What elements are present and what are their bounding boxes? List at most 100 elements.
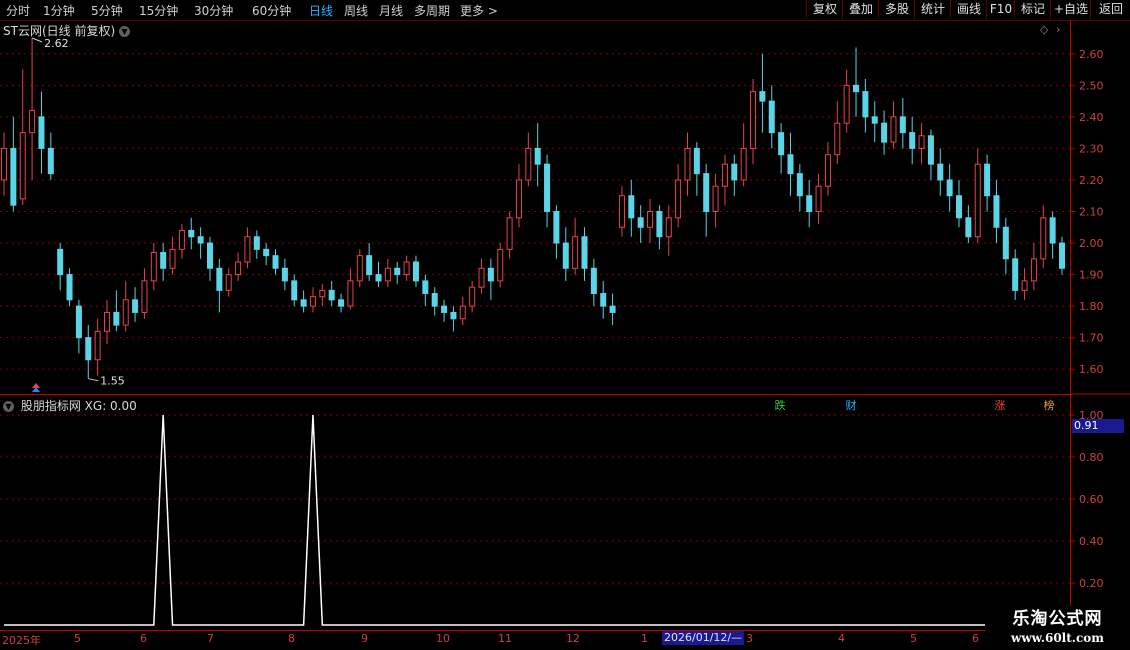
candle-body: [85, 337, 92, 361]
month-label: 4: [838, 632, 845, 645]
price-tick-label: 1.80: [1079, 300, 1104, 313]
period-tab-60min[interactable]: 60分钟: [252, 2, 291, 19]
candle-body: [272, 255, 279, 269]
period-tab-multi[interactable]: 多周期: [414, 2, 450, 19]
candle-body: [29, 110, 36, 134]
kline-panel[interactable]: ST云网(日线 前复权) ▼ ◇ › 2.62 1.55 跌 财 涨 榜: [0, 20, 1070, 412]
candle-body: [684, 147, 691, 181]
candle-body: [956, 195, 963, 219]
period-tab-5min[interactable]: 5分钟: [91, 2, 123, 19]
candle-body: [160, 252, 167, 269]
candle-body: [993, 195, 1000, 228]
candle-body: [665, 217, 672, 238]
period-tab-1min[interactable]: 1分钟: [43, 2, 75, 19]
candle-body: [731, 163, 738, 181]
candle-body: [656, 211, 663, 238]
back-button[interactable]: 返回: [1090, 0, 1130, 19]
overlay-button[interactable]: 叠加: [842, 0, 879, 19]
candle-body: [103, 311, 110, 332]
month-label: 10: [436, 632, 450, 645]
month-label: 2025年: [2, 634, 41, 647]
candle-body: [338, 299, 345, 307]
candle-body: [478, 267, 485, 288]
candle-body: [581, 236, 588, 269]
period-tab-15min[interactable]: 15分钟: [139, 2, 178, 19]
statistics-button[interactable]: 统计: [914, 0, 951, 19]
period-tab-daily[interactable]: 日线: [309, 2, 333, 19]
indicator-panel[interactable]: ▼ 股朋指标网 XG: 0.00: [0, 395, 1070, 631]
price-tick-label: 2.00: [1079, 237, 1104, 250]
candle-body: [235, 261, 242, 276]
candle-body: [618, 195, 625, 228]
candle-body: [918, 135, 925, 149]
mark-button[interactable]: 标记: [1014, 0, 1051, 19]
month-label: 5: [74, 632, 81, 645]
price-tick-label: 2.20: [1079, 174, 1104, 187]
indicator-tick-label: 0.20: [1079, 577, 1104, 590]
price-tick-label: 1.60: [1079, 363, 1104, 376]
month-label: 8: [288, 632, 295, 645]
candle-body: [132, 299, 139, 313]
candle-body: [1040, 217, 1047, 260]
candle-body: [909, 132, 916, 149]
price-tick-label: 2.40: [1079, 111, 1104, 124]
candle-body: [1030, 258, 1037, 282]
axis-ticks: 2.60 2.50 2.40 2.30 2.20 2.10 2.00 1.90 1.80 1.70…: [1071, 48, 1130, 590]
period-tab-weekly[interactable]: 周线: [344, 2, 368, 19]
candle-body: [881, 122, 888, 143]
period-tab-30min[interactable]: 30分钟: [194, 2, 233, 19]
candle-body: [309, 296, 316, 307]
adjust-button[interactable]: 复权: [806, 0, 843, 19]
candle-body: [703, 173, 710, 213]
indicator-tick-label: 0.60: [1079, 493, 1104, 506]
candlestick-chart[interactable]: 2.62 1.55: [0, 20, 1070, 394]
candle-body: [899, 116, 906, 134]
price-axis: 2.60 2.50 2.40 2.30 2.20 2.10 2.00 1.90 1.80 1.70…: [1070, 20, 1130, 630]
candle-body: [937, 163, 944, 181]
period-tab-more[interactable]: 更多 >: [460, 2, 498, 19]
candle-body: [10, 147, 17, 206]
add-watchlist-button[interactable]: +自选: [1050, 0, 1091, 19]
watermark-url: www.60lt.com: [1011, 631, 1104, 645]
multi-stock-button[interactable]: 多股: [878, 0, 915, 19]
candle-body: [450, 311, 457, 320]
period-tab-fenshi[interactable]: 分时: [6, 2, 30, 19]
candle-body: [628, 195, 635, 219]
candle-body: [824, 154, 831, 187]
candle-body: [927, 135, 934, 165]
candle-body: [1021, 280, 1028, 291]
candle-body: [75, 305, 82, 339]
draw-line-button[interactable]: 画线: [950, 0, 987, 19]
candle-body: [834, 122, 841, 156]
candle-body: [1049, 217, 1056, 244]
candle-body: [796, 173, 803, 197]
date-axis: 2025年 5 6 7 8 9 10 11 12 1 3 4 5 6: [0, 631, 1130, 650]
indicator-chart[interactable]: [0, 395, 1070, 630]
candle-body: [712, 185, 719, 213]
candle-body: [169, 248, 176, 269]
candle-body: [225, 274, 232, 291]
high-marker-arrow: [31, 37, 43, 43]
candle-body: [188, 229, 195, 238]
f10-button[interactable]: F10: [986, 0, 1015, 19]
candle-body: [647, 211, 654, 228]
indicator-tick-label: 0.80: [1079, 451, 1104, 464]
candle-body: [263, 248, 270, 257]
candle-body: [66, 274, 73, 301]
candle-body: [366, 255, 373, 276]
cursor-value-label: 0.91: [1072, 419, 1124, 433]
candle-body: [244, 236, 251, 263]
candle-body: [740, 147, 747, 181]
candle-body: [328, 289, 335, 301]
candle-body: [113, 311, 120, 326]
candle-body: [759, 91, 766, 102]
candle-body: [459, 305, 466, 320]
candle-body: [94, 330, 101, 361]
xg-signal-line: [4, 414, 1070, 626]
candle-body: [141, 280, 148, 313]
period-tab-monthly[interactable]: 月线: [379, 2, 403, 19]
candle-body: [178, 229, 185, 250]
candle-body: [890, 116, 897, 143]
candle-body: [787, 154, 794, 175]
candle-body: [281, 267, 288, 282]
